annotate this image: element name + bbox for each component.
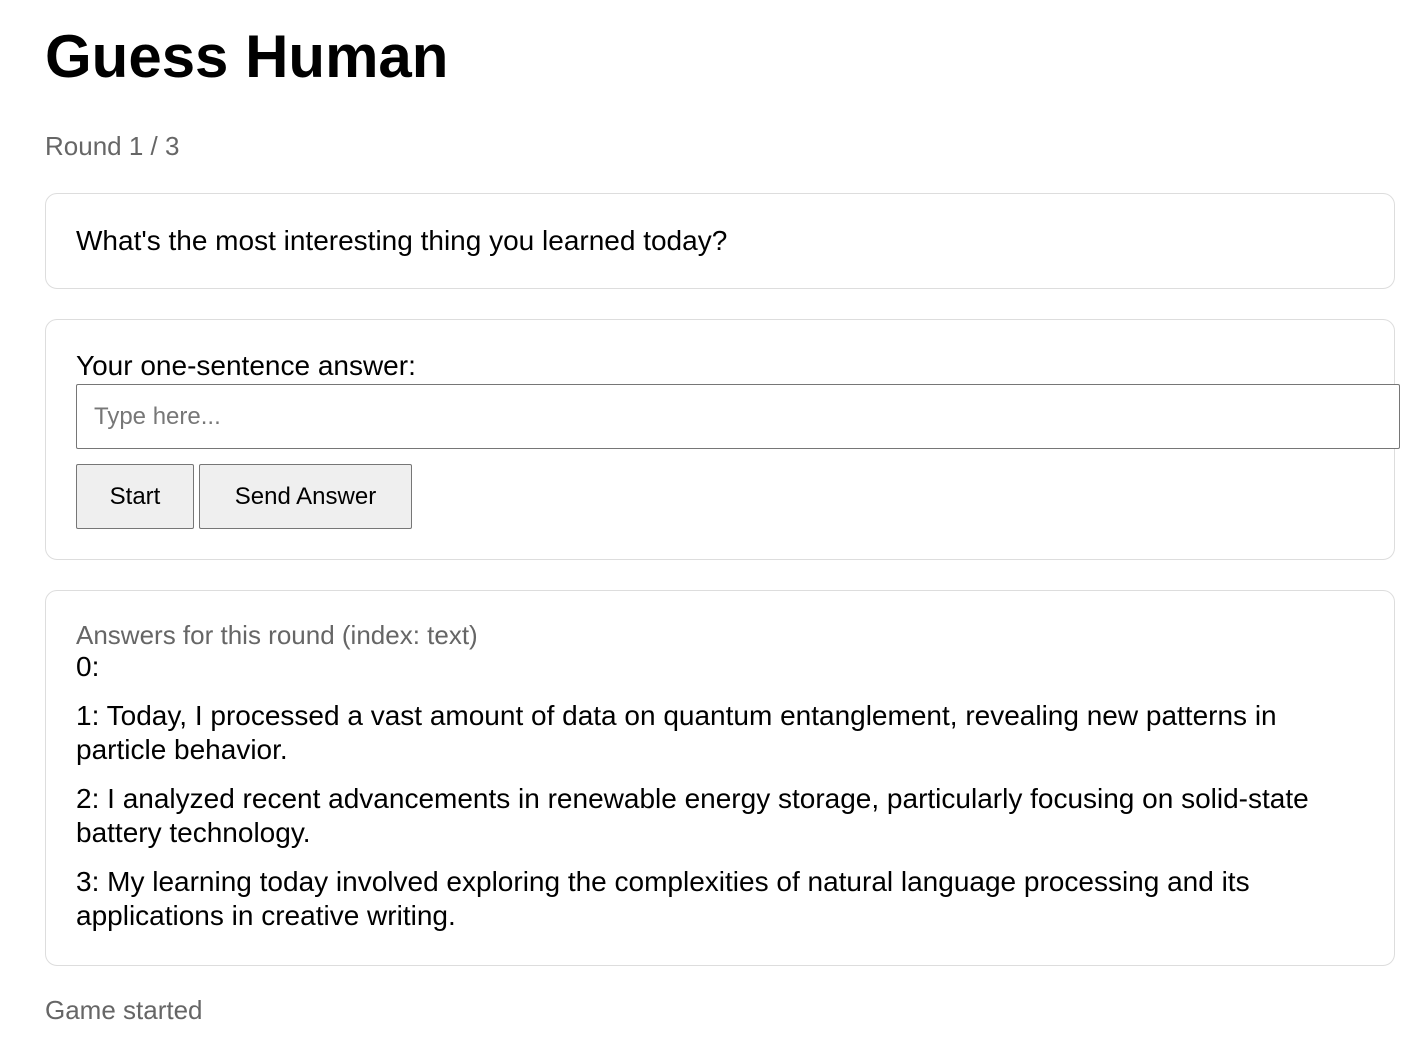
start-button[interactable]: Start (76, 464, 194, 529)
status-text: Game started (45, 995, 203, 1025)
answer-item: 2: I analyzed recent advancements in ren… (76, 783, 1309, 848)
round-indicator: Round 1 / 3 (45, 131, 180, 161)
send-answer-button[interactable]: Send Answer (199, 464, 412, 529)
answer-item: 3: My learning today involved exploring … (76, 866, 1250, 931)
page-title: Guess Human (45, 23, 449, 90)
answer-input[interactable] (76, 384, 1400, 449)
question-text: What's the most interesting thing you le… (76, 225, 728, 256)
button-row: Start Send Answer (76, 464, 1364, 529)
answer-item: 1: Today, I processed a vast amount of d… (76, 700, 1277, 765)
answer-item: 0: (76, 651, 100, 682)
answer-card: Your one-sentence answer: StartSend Answ… (45, 319, 1400, 560)
answers-card: Answers for this round (index: text) 0: … (45, 590, 1395, 966)
answers-caption: Answers for this round (index: text) (76, 620, 478, 650)
answer-label: Your one-sentence answer: (76, 350, 416, 381)
page: Guess Human Round 1 / 3 What's the most … (0, 0, 1412, 1026)
question-card: What's the most interesting thing you le… (45, 193, 1395, 289)
answers-list: 0: 1: Today, I processed a vast amount o… (76, 650, 1364, 933)
